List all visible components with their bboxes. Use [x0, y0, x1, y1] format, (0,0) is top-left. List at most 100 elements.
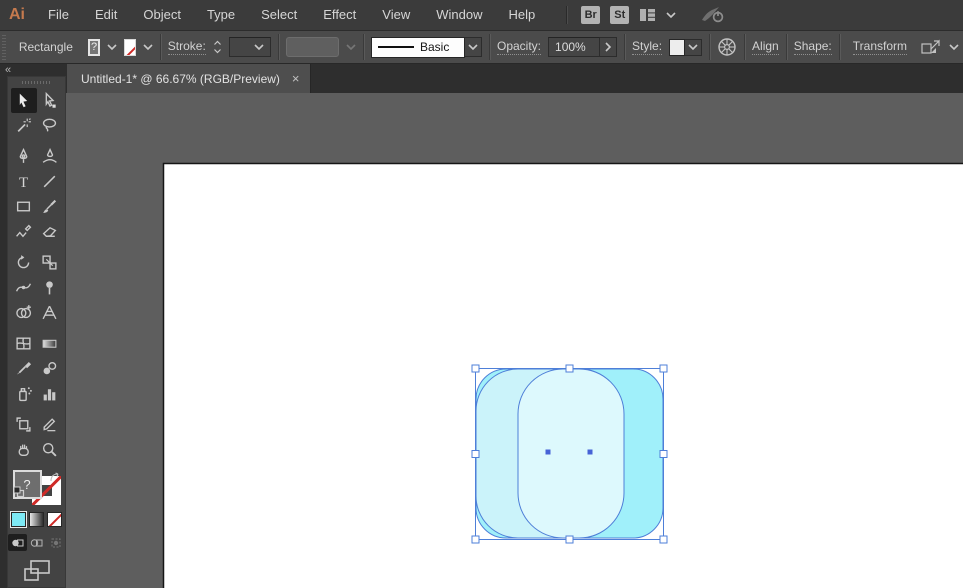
eraser-tool[interactable] — [37, 219, 63, 244]
workspace-switcher-icon[interactable] — [639, 8, 656, 22]
slice-tool[interactable] — [37, 412, 63, 437]
column-graph-tool[interactable] — [37, 381, 63, 406]
variable-width-profile[interactable]: Basic — [371, 36, 482, 58]
scale-tool[interactable] — [37, 250, 63, 275]
menu-bar: Ai File Edit Object Type Select Effect View Win… — [0, 0, 963, 30]
swap-fill-stroke-icon[interactable] — [49, 470, 60, 488]
stroke-weight-combo[interactable] — [228, 37, 271, 57]
object-center-point[interactable] — [587, 449, 593, 455]
selection-handle[interactable] — [565, 535, 574, 544]
document-tab[interactable]: Untitled-1* @ 66.67% (RGB/Preview) × — [67, 64, 311, 93]
symbol-sprayer-tool[interactable] — [11, 381, 37, 406]
hand-tool[interactable] — [11, 437, 37, 462]
menu-view[interactable]: View — [369, 0, 423, 30]
stock-button[interactable]: St — [610, 6, 630, 24]
default-fill-stroke-icon[interactable] — [13, 485, 25, 503]
svg-text:T: T — [19, 175, 28, 190]
selection-handle[interactable] — [659, 450, 668, 458]
stroke-color-swatch[interactable] — [124, 38, 136, 56]
menu-file[interactable]: File — [35, 0, 82, 30]
selection-handle[interactable] — [659, 364, 668, 373]
tools-panel-grip[interactable] — [21, 81, 52, 85]
stroke-weight-stepper[interactable] — [213, 40, 222, 54]
menu-type[interactable]: Type — [194, 0, 248, 30]
apply-none-button[interactable] — [47, 512, 62, 527]
lasso-tool[interactable] — [37, 113, 63, 138]
isolate-object-icon[interactable] — [920, 38, 942, 56]
divider — [744, 34, 746, 60]
selected-artwork[interactable] — [475, 368, 664, 539]
selection-handle[interactable] — [471, 535, 480, 544]
divider — [838, 34, 840, 60]
paintbrush-tool[interactable] — [37, 194, 63, 219]
zoom-tool[interactable] — [37, 437, 63, 462]
mesh-tool[interactable] — [11, 331, 37, 356]
menu-object[interactable]: Object — [130, 0, 194, 30]
divider — [159, 34, 161, 60]
panel-menu-chevron-icon[interactable] — [949, 38, 959, 56]
chevron-down-icon[interactable] — [666, 6, 676, 24]
opacity-input[interactable]: 100% — [548, 37, 601, 57]
line-segment-tool[interactable] — [37, 169, 63, 194]
shape-panel-link[interactable]: Shape: — [793, 39, 832, 55]
screen-mode-icon[interactable] — [23, 560, 50, 587]
panel-grip[interactable] — [2, 34, 6, 60]
style-label[interactable]: Style: — [632, 39, 663, 55]
opacity-control: 100% — [548, 37, 618, 57]
bridge-button[interactable]: Br — [581, 6, 601, 24]
canvas[interactable] — [66, 93, 963, 588]
direct-selection-tool[interactable] — [37, 88, 63, 113]
menu-help[interactable]: Help — [495, 0, 548, 30]
shape-builder-tool[interactable] — [11, 300, 37, 325]
transform-panel-link[interactable]: Transform — [852, 39, 907, 55]
style-chevron[interactable] — [685, 38, 703, 56]
draw-inside-button[interactable] — [46, 534, 65, 551]
stroke-profile-chevron[interactable] — [465, 36, 482, 57]
gpu-performance-icon[interactable] — [700, 5, 726, 25]
menu-window[interactable]: Window — [423, 0, 495, 30]
apply-color-button[interactable] — [10, 511, 27, 528]
draw-normal-button[interactable] — [8, 534, 27, 551]
apply-gradient-button[interactable] — [29, 512, 44, 527]
menu-edit[interactable]: Edit — [82, 0, 130, 30]
rotate-tool[interactable] — [11, 250, 37, 275]
rectangle-tool[interactable] — [11, 194, 37, 219]
close-tab-icon[interactable]: × — [292, 72, 300, 85]
selection-tool[interactable] — [10, 88, 37, 114]
selection-handle[interactable] — [565, 364, 574, 373]
gradient-tool[interactable] — [37, 331, 63, 356]
style-swatch[interactable] — [669, 38, 686, 56]
selection-handle[interactable] — [659, 535, 668, 544]
opacity-expand-icon[interactable] — [600, 37, 618, 57]
draw-behind-button[interactable] — [27, 534, 46, 551]
eyedropper-tool[interactable] — [11, 356, 37, 381]
menu-effect[interactable]: Effect — [310, 0, 369, 30]
curvature-tool[interactable] — [37, 144, 63, 169]
width-tool[interactable] — [11, 275, 37, 300]
blend-tool[interactable] — [37, 356, 63, 381]
stroke-chevron-icon[interactable] — [143, 38, 153, 56]
fill-stroke-indicator: ? — [12, 470, 61, 505]
object-center-point[interactable] — [545, 449, 551, 455]
menubar-right: Br St — [562, 5, 726, 25]
stroke-profile-field[interactable]: Basic — [371, 36, 465, 58]
pen-tool[interactable] — [11, 144, 37, 169]
type-tool[interactable]: T — [11, 169, 37, 194]
recolor-artwork-icon[interactable] — [717, 37, 737, 57]
magic-wand-tool[interactable] — [11, 113, 37, 138]
artboard-tool[interactable] — [11, 412, 37, 437]
canvas-svg[interactable] — [66, 93, 963, 588]
align-panel-link[interactable]: Align — [752, 39, 779, 55]
menu-select[interactable]: Select — [248, 0, 310, 30]
fill-color-swatch[interactable]: ? — [87, 38, 101, 56]
shaper-tool[interactable] — [11, 219, 37, 244]
stroke-weight-label[interactable]: Stroke: — [167, 39, 206, 55]
collapse-panel-button[interactable]: « — [5, 65, 11, 76]
selection-handle[interactable] — [471, 450, 480, 458]
opacity-label[interactable]: Opacity: — [497, 39, 542, 55]
fill-chevron-icon[interactable] — [107, 38, 117, 56]
perspective-grid-tool[interactable] — [37, 300, 63, 325]
puppet-warp-tool[interactable] — [37, 275, 63, 300]
selection-handle[interactable] — [471, 364, 480, 373]
rounded-rectangle-shape-3[interactable] — [517, 368, 625, 539]
